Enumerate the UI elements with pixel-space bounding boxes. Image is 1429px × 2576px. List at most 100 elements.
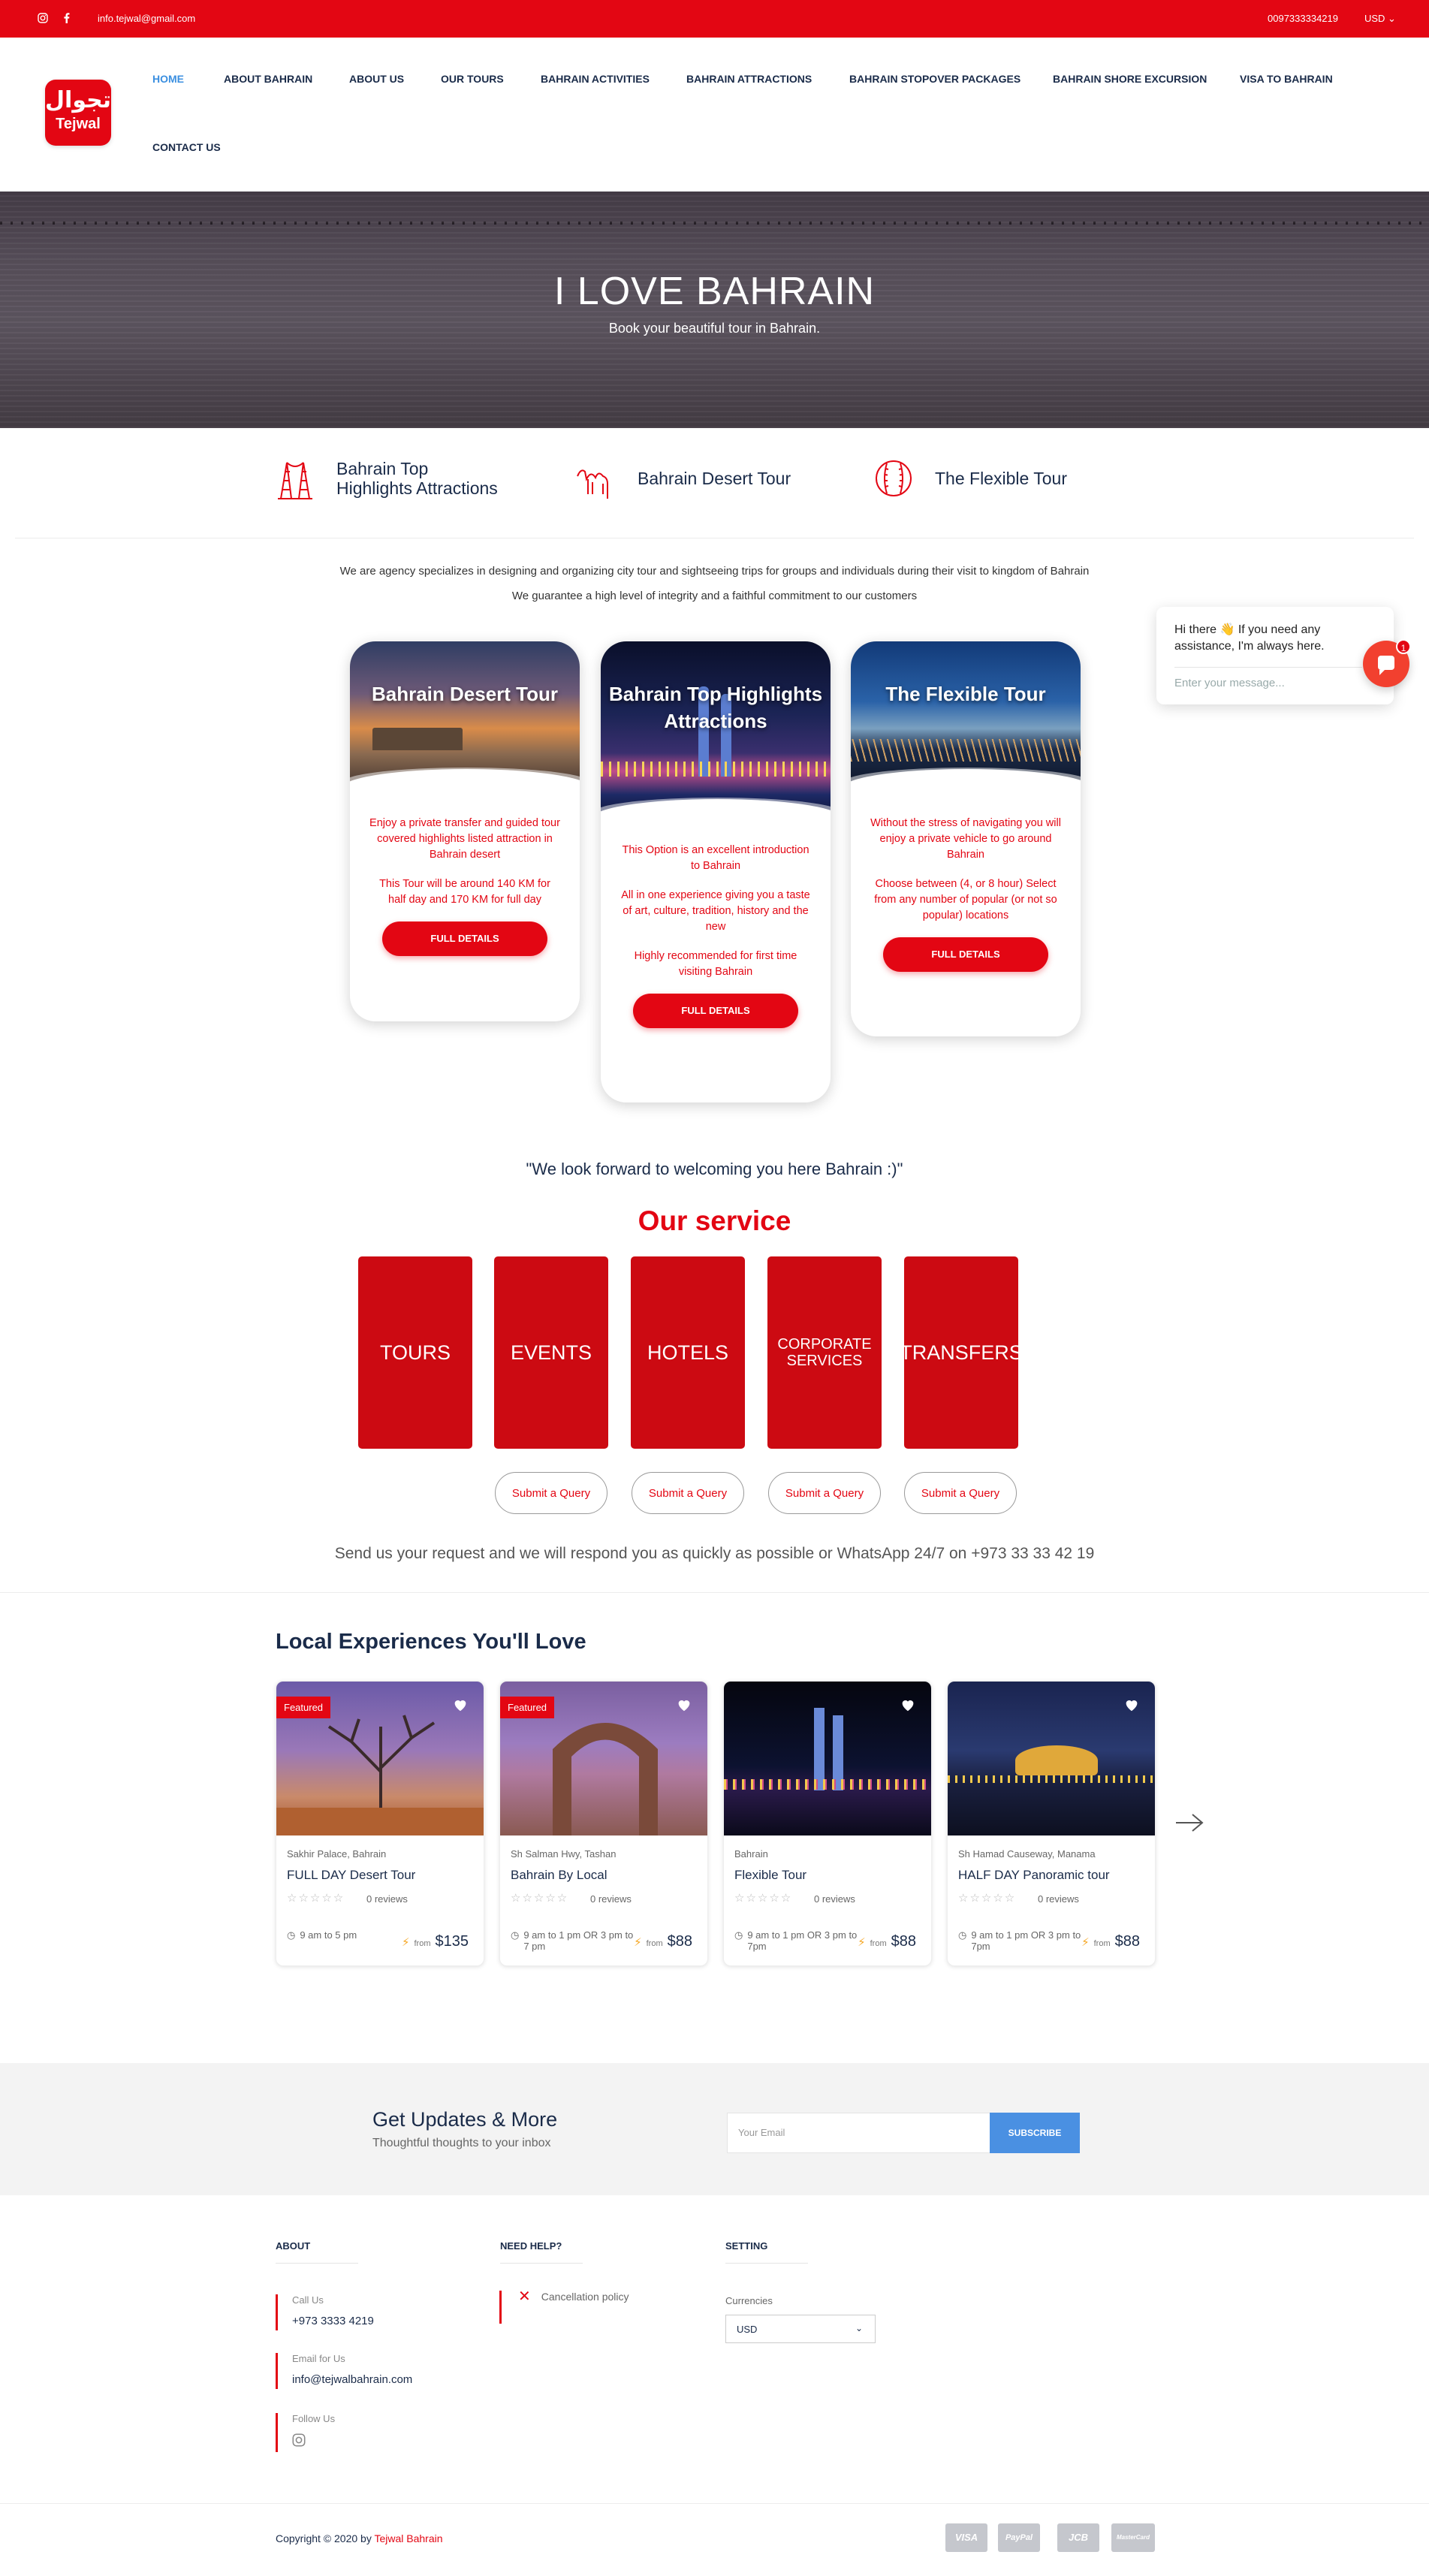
full-details-button[interactable]: FULL DETAILS xyxy=(883,937,1048,972)
nav-our-tours[interactable]: OUR TOURS xyxy=(441,73,504,85)
nav-shore-excursion[interactable]: BAHRAIN SHORE EXCURSION xyxy=(1053,73,1207,85)
experience-card[interactable]: Featured Sh Salman Hwy, Tashan Bahrain B… xyxy=(499,1681,708,1966)
nav-bahrain-attractions[interactable]: BAHRAIN ATTRACTIONS xyxy=(686,73,812,85)
tour-card-body: Without the stress of navigating you wil… xyxy=(851,792,1081,924)
nav-visa[interactable]: VISA TO BAHRAIN xyxy=(1240,73,1333,85)
full-details-button[interactable]: FULL DETAILS xyxy=(382,922,547,956)
chat-unread-badge: 1 xyxy=(1396,639,1411,654)
clock-icon: ◷ xyxy=(511,1929,520,1941)
bridge-lights xyxy=(851,739,1081,762)
jcb-card-icon: JCB xyxy=(1057,2523,1099,2552)
hours-text: 9 am to 1 pm OR 3 pm to 7pm xyxy=(747,1929,858,1952)
tour-card-text: This Tour will be around 140 KM for half… xyxy=(379,878,550,906)
heart-icon[interactable] xyxy=(676,1697,692,1713)
experience-hours: ◷ 9 am to 1 pm OR 3 pm to 7pm xyxy=(958,1929,1086,1952)
tour-card-highlights: Bahrain Top Highlights Attractions This … xyxy=(601,641,831,1102)
full-details-button[interactable]: FULL DETAILS xyxy=(633,994,798,1028)
currencies-label: Currencies xyxy=(725,2295,773,2306)
currency-select[interactable]: USD ⌄ xyxy=(725,2315,876,2343)
instagram-icon[interactable] xyxy=(292,2433,306,2447)
service-hotels[interactable]: HOTELS xyxy=(631,1256,745,1449)
experience-card[interactable]: Featured Sakhir Palace, Bahrain FULL DAY… xyxy=(276,1681,484,1966)
footer-heading-about: ABOUT xyxy=(276,2240,359,2264)
tour-card-body: This Option is an excellent introduction… xyxy=(601,822,831,980)
service-tours[interactable]: TOURS xyxy=(358,1256,472,1449)
social-links xyxy=(38,13,72,23)
experience-location: Sakhir Palace, Bahrain xyxy=(287,1848,387,1860)
follow-label: Follow Us xyxy=(292,2413,336,2424)
featured-badge: Featured xyxy=(500,1697,555,1718)
chat-input[interactable]: Enter your message... xyxy=(1174,677,1285,689)
experience-price: ⚡ from $88 xyxy=(858,1933,916,1950)
experience-card[interactable]: Bahrain Flexible Tour ☆☆☆☆☆ 0 reviews ◷ 9… xyxy=(723,1681,932,1966)
tour-card-text: Without the stress of navigating you wil… xyxy=(870,817,1061,861)
hours-text: 9 am to 5 pm xyxy=(300,1929,357,1941)
nav-stopover-packages[interactable]: BAHRAIN STOPOVER PACKAGES xyxy=(849,73,1020,85)
top-phone[interactable]: 0097333334219 xyxy=(1268,13,1338,24)
review-count: 0 reviews xyxy=(814,1893,855,1905)
service-corporate[interactable]: CORPORATE SERVICES xyxy=(767,1256,882,1449)
logo-arabic: تجوال xyxy=(45,87,112,113)
price-from: from xyxy=(414,1939,431,1948)
heart-icon[interactable] xyxy=(1123,1697,1140,1713)
price-amount: $135 xyxy=(435,1933,469,1950)
experience-name[interactable]: HALF DAY Panoramic tour xyxy=(958,1868,1110,1883)
experience-name[interactable]: Bahrain By Local xyxy=(511,1868,607,1883)
submit-query-button[interactable]: Submit a Query xyxy=(768,1472,881,1514)
chat-icon xyxy=(1378,656,1394,675)
cancellation-policy-link[interactable]: ✕ Cancellation policy xyxy=(499,2289,629,2324)
service-transfers[interactable]: TRANSFERS xyxy=(900,1256,1023,1449)
heart-icon[interactable] xyxy=(452,1697,469,1713)
experience-name[interactable]: FULL DAY Desert Tour xyxy=(287,1868,415,1883)
submit-query-button[interactable]: Submit a Query xyxy=(495,1472,607,1514)
facebook-icon[interactable] xyxy=(62,13,72,23)
clock-icon: ◷ xyxy=(958,1929,967,1941)
newsletter-subtitle: Thoughtful thoughts to your inbox xyxy=(372,2137,551,2149)
nav-contact-us[interactable]: CONTACT US xyxy=(152,141,221,153)
experience-location: Sh Salman Hwy, Tashan xyxy=(511,1848,617,1860)
hours-text: 9 am to 1 pm OR 3 pm to 7pm xyxy=(971,1929,1081,1952)
feature-highlights-label: Bahrain Top Highlights Attractions xyxy=(336,459,498,498)
nav-home[interactable]: HOME xyxy=(152,73,184,85)
footer-email: Email for Us info@tejwalbahrain.com xyxy=(276,2353,412,2389)
instagram-icon[interactable] xyxy=(38,13,48,23)
feature-flexible-label: The Flexible Tour xyxy=(935,469,1067,488)
submit-query-button[interactable]: Submit a Query xyxy=(632,1472,744,1514)
next-arrow-icon[interactable] xyxy=(1174,1811,1204,1834)
feature-flexible[interactable]: The Flexible Tour xyxy=(872,457,1067,500)
experience-name[interactable]: Flexible Tour xyxy=(734,1868,806,1883)
subscribe-button[interactable]: SUBSCRIBE xyxy=(990,2113,1080,2153)
top-email-link[interactable]: info.tejwal@gmail.com xyxy=(98,13,195,24)
nav-about-us[interactable]: ABOUT US xyxy=(349,73,404,85)
experience-location: Bahrain xyxy=(734,1848,768,1860)
email-value[interactable]: info@tejwalbahrain.com xyxy=(292,2373,412,2386)
nav-about-bahrain[interactable]: ABOUT BAHRAIN xyxy=(224,73,312,85)
mastercard-card-icon: MasterCard xyxy=(1111,2523,1155,2552)
review-count: 0 reviews xyxy=(1038,1893,1079,1905)
tejwal-logo[interactable]: تجوال Tejwal xyxy=(45,80,111,146)
feature-desert[interactable]: Bahrain Desert Tour xyxy=(574,457,791,500)
call-value[interactable]: +973 3333 4219 xyxy=(292,2315,374,2327)
submit-query-button[interactable]: Submit a Query xyxy=(904,1472,1017,1514)
service-events[interactable]: EVENTS xyxy=(494,1256,608,1449)
newsletter-email-input[interactable]: Your Email xyxy=(727,2113,990,2153)
bolt-icon: ⚡ xyxy=(401,1936,410,1949)
price-from: from xyxy=(646,1939,663,1948)
chat-launcher-button[interactable]: 1 xyxy=(1363,639,1411,687)
logo-latin: Tejwal xyxy=(56,116,101,132)
star-rating: ☆☆☆☆☆ xyxy=(734,1892,793,1905)
feature-desert-label: Bahrain Desert Tour xyxy=(638,469,791,488)
copyright-brand[interactable]: Tejwal Bahrain xyxy=(374,2532,442,2544)
feature-highlights[interactable]: Bahrain Top Highlights Attractions xyxy=(273,457,502,500)
price-amount: $88 xyxy=(667,1933,692,1950)
currency-dropdown[interactable]: USD ⌄ xyxy=(1364,13,1396,25)
price-amount: $88 xyxy=(891,1933,916,1950)
paypal-card-icon: PayPal xyxy=(998,2523,1040,2552)
nav-bahrain-activities[interactable]: BAHRAIN ACTIVITIES xyxy=(541,73,650,85)
heart-icon[interactable] xyxy=(900,1697,916,1713)
hours-text: 9 am to 1 pm OR 3 pm to 7 pm xyxy=(523,1929,634,1952)
city-lights xyxy=(724,1779,931,1790)
experience-card[interactable]: Sh Hamad Causeway, Manama HALF DAY Panor… xyxy=(947,1681,1156,1966)
star-rating: ☆☆☆☆☆ xyxy=(958,1892,1017,1905)
cancellation-label: Cancellation policy xyxy=(541,2291,629,2303)
